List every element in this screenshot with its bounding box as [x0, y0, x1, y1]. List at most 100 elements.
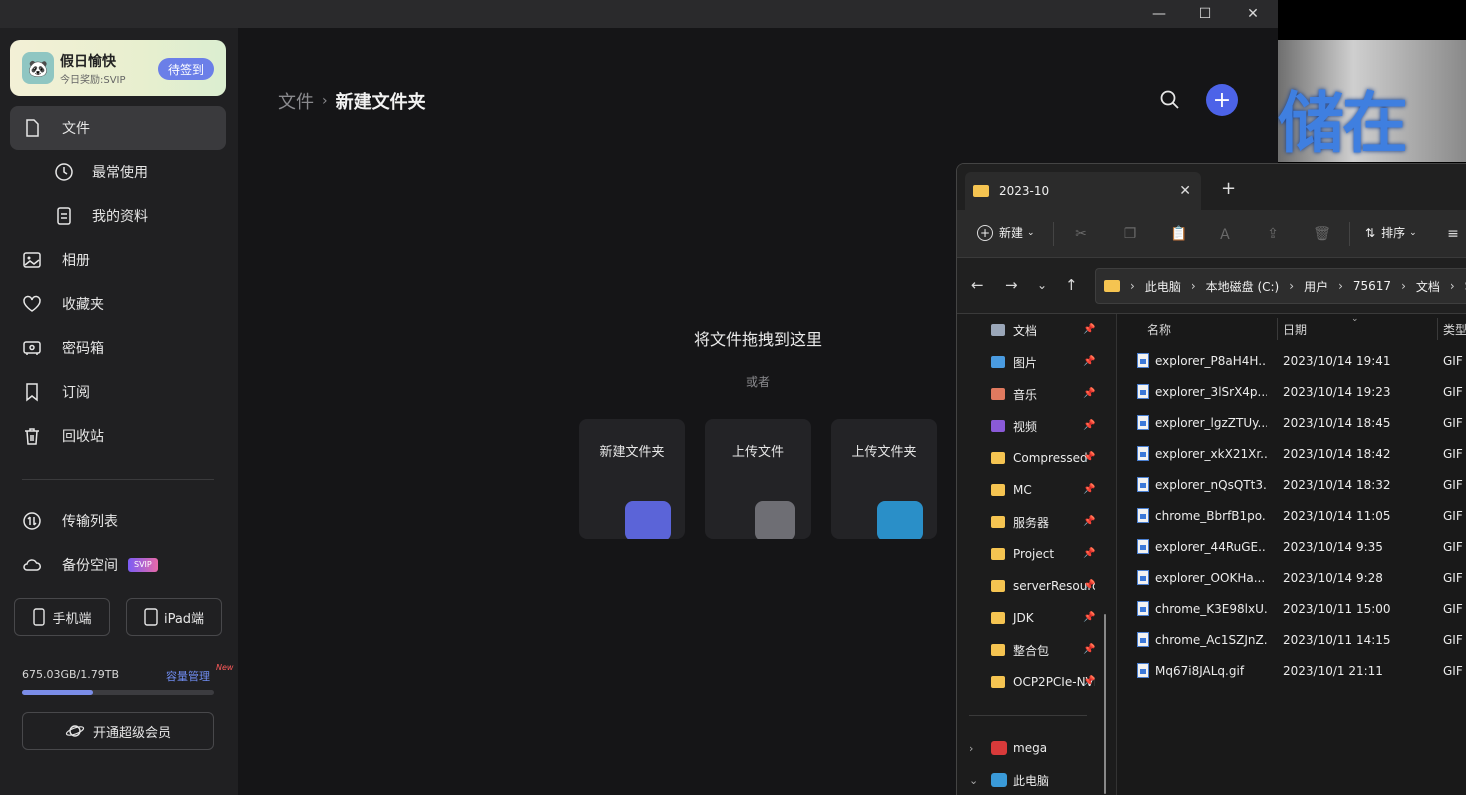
folder-icon: [991, 420, 1005, 432]
quick-access-item[interactable]: OCP2PCIe-NVMe: [991, 668, 1095, 696]
sort-button[interactable]: ⇅ 排序 ⌄: [1365, 224, 1417, 241]
column-header-type[interactable]: 类型: [1443, 314, 1466, 344]
nav-scrollbar[interactable]: [1104, 614, 1106, 794]
search-icon[interactable]: [1158, 88, 1182, 112]
explorer-tab-bar: 2023-10 ✕ +: [957, 164, 1466, 210]
sidebar-item-backup[interactable]: 备份空间 SVIP: [10, 543, 226, 587]
upgrade-vip-button[interactable]: 开通超级会员: [22, 712, 214, 750]
expand-chevron-icon[interactable]: ›: [969, 742, 983, 755]
address-segment[interactable]: 文档: [1416, 278, 1440, 295]
share-icon[interactable]: ⇪: [1263, 224, 1283, 244]
quick-access-item[interactable]: 视频: [991, 412, 1095, 440]
cut-icon[interactable]: ✂: [1071, 224, 1091, 244]
column-header-date[interactable]: 日期: [1283, 314, 1307, 344]
trash-icon: [22, 426, 42, 446]
tree-item[interactable]: ⌄ 此电脑: [969, 768, 1049, 792]
recent-locations-icon[interactable]: ⌄: [1037, 278, 1047, 292]
file-name: chrome_Ac1SZJnZ...: [1155, 632, 1267, 647]
file-row[interactable]: Mq67i8JALq.gif 2023/10/1 21:11 GIF: [1137, 655, 1466, 686]
pin-icon: 📌: [1083, 580, 1096, 591]
quick-access-item[interactable]: JDK: [991, 604, 1095, 632]
folder-upload-icon: [877, 501, 923, 539]
upload-folder-card[interactable]: 上传文件夹: [831, 419, 937, 539]
maximize-button[interactable]: ☐: [1182, 0, 1228, 28]
file-row[interactable]: explorer_lgzZTUy... 2023/10/14 18:45 GIF: [1137, 407, 1466, 438]
file-row[interactable]: explorer_nQsQTt3... 2023/10/14 18:32 GIF: [1137, 469, 1466, 500]
plus-icon: +: [977, 224, 993, 241]
sidebar-item-recycle-bin[interactable]: 回收站: [10, 414, 226, 458]
forward-arrow-icon[interactable]: →: [1005, 276, 1018, 294]
column-header-name[interactable]: 名称: [1147, 314, 1171, 344]
gif-file-icon: [1137, 477, 1149, 492]
phone-client-label: 手机端: [52, 611, 92, 627]
checkin-button[interactable]: 待签到: [158, 58, 214, 80]
breadcrumb-root[interactable]: 文件: [278, 88, 314, 114]
address-segment[interactable]: 此电脑: [1145, 278, 1181, 295]
delete-icon[interactable]: 🗑: [1312, 224, 1332, 244]
new-folder-card[interactable]: 新建文件夹: [579, 419, 685, 539]
sidebar-item-recent[interactable]: 最常使用: [46, 152, 148, 192]
file-row[interactable]: chrome_BbrfB1po... 2023/10/14 11:05 GIF: [1137, 500, 1466, 531]
quick-access-item[interactable]: 文档: [991, 316, 1095, 344]
quick-access-item[interactable]: MC: [991, 476, 1095, 504]
background-banner-text: 储在: [1278, 85, 1408, 162]
quick-access-item[interactable]: serverResources: [991, 572, 1095, 600]
file-row[interactable]: chrome_K3E98lxU... 2023/10/11 15:00 GIF: [1137, 593, 1466, 624]
sidebar-item-label: 相册: [62, 253, 90, 269]
sidebar-item-files[interactable]: 文件: [10, 106, 226, 150]
quick-access-label: Compressed: [1013, 451, 1088, 465]
view-options-icon[interactable]: ≡: [1443, 224, 1463, 244]
address-separator: ›: [1190, 279, 1196, 293]
sidebar-item-photos[interactable]: 相册: [10, 238, 226, 282]
new-tab-button[interactable]: +: [1221, 178, 1236, 199]
sidebar-item-subscriptions[interactable]: 订阅: [10, 370, 226, 414]
sort-icon: ⇅: [1365, 225, 1376, 240]
cloud-icon: [22, 555, 42, 575]
file-type: GIF: [1443, 508, 1463, 523]
up-arrow-icon[interactable]: ↑: [1065, 276, 1078, 294]
pin-icon: 📌: [1083, 356, 1096, 367]
phone-client-button[interactable]: 手机端: [14, 598, 110, 636]
quick-access-item[interactable]: 图片: [991, 348, 1095, 376]
close-button[interactable]: ✕: [1230, 0, 1276, 28]
holiday-promo-card[interactable]: 🐼 假日愉快 今日奖励:SVIP 待签到: [10, 40, 226, 96]
quick-access-item[interactable]: 服务器: [991, 508, 1095, 536]
sidebar-item-my-docs[interactable]: 我的资料: [46, 196, 148, 236]
quick-access-item[interactable]: Project: [991, 540, 1095, 568]
file-row[interactable]: explorer_3lSrX4p... 2023/10/14 19:23 GIF: [1137, 376, 1466, 407]
rename-icon[interactable]: Ａ: [1215, 224, 1235, 244]
copy-icon[interactable]: ❐: [1120, 224, 1140, 244]
tree-item[interactable]: › mega: [969, 736, 1047, 760]
address-bar[interactable]: ›此电脑›本地磁盘 (C:)›用户›75617›文档›Sh: [1095, 268, 1466, 304]
minimize-button[interactable]: —: [1136, 0, 1182, 28]
add-button[interactable]: +: [1206, 84, 1238, 116]
file-row[interactable]: explorer_44RuGE... 2023/10/14 9:35 GIF: [1137, 531, 1466, 562]
file-row[interactable]: explorer_OOKHa... 2023/10/14 9:28 GIF: [1137, 562, 1466, 593]
address-segment[interactable]: 75617: [1353, 279, 1391, 293]
file-type: GIF: [1443, 632, 1463, 647]
expand-chevron-icon[interactable]: ⌄: [969, 774, 983, 787]
sidebar-item-favorites[interactable]: 收藏夹: [10, 282, 226, 326]
storage-manage-link[interactable]: 容量管理: [166, 668, 210, 684]
file-type: GIF: [1443, 601, 1463, 616]
drive-icon: [991, 773, 1007, 787]
address-segment[interactable]: 用户: [1304, 278, 1328, 295]
file-row[interactable]: explorer_P8aH4H... 2023/10/14 19:41 GIF: [1137, 345, 1466, 376]
close-icon[interactable]: ✕: [1179, 183, 1191, 199]
quick-access-item[interactable]: 音乐: [991, 380, 1095, 408]
address-segment[interactable]: 本地磁盘 (C:): [1206, 278, 1280, 295]
file-row[interactable]: explorer_xkX21Xr... 2023/10/14 18:42 GIF: [1137, 438, 1466, 469]
quick-access-item[interactable]: Compressed: [991, 444, 1095, 472]
upload-file-card[interactable]: 上传文件: [705, 419, 811, 539]
paste-icon[interactable]: 📋: [1169, 224, 1189, 244]
new-item-button[interactable]: + 新建 ⌄: [977, 224, 1035, 241]
quick-access-item[interactable]: 整合包: [991, 636, 1095, 664]
sidebar-item-transfers[interactable]: 传输列表: [10, 499, 226, 543]
ipad-client-button[interactable]: iPad端: [126, 598, 222, 636]
back-arrow-icon[interactable]: ←: [971, 276, 984, 294]
pin-icon: 📌: [1083, 324, 1096, 335]
sidebar-item-safe[interactable]: 密码箱: [10, 326, 226, 370]
file-row[interactable]: chrome_Ac1SZJnZ... 2023/10/11 14:15 GIF: [1137, 624, 1466, 655]
pin-icon: 📌: [1083, 420, 1096, 431]
explorer-tab[interactable]: 2023-10 ✕: [965, 172, 1201, 210]
